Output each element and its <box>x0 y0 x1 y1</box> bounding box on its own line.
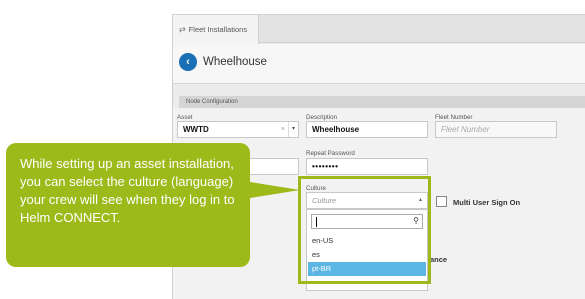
page-title: Wheelhouse <box>203 56 267 68</box>
multi-user-checkbox[interactable] <box>436 196 447 207</box>
description-field[interactable]: Wheelhouse <box>306 121 428 138</box>
tab-fleet-installations[interactable]: ⇄ Fleet Installations <box>173 15 259 44</box>
back-arrow-icon[interactable]: ‹ <box>179 53 197 71</box>
clear-icon[interactable]: × <box>281 122 285 137</box>
description-label: Description <box>306 114 337 121</box>
section-title: Node Configuration <box>179 96 585 108</box>
tab-bar: ⇄ Fleet Installations <box>173 15 585 44</box>
asset-label: Asset <box>177 114 193 121</box>
tab-label: Fleet Installations <box>188 25 248 34</box>
fleet-number-label: Fleet Number <box>435 114 473 121</box>
fleet-icon: ⇄ <box>179 25 186 34</box>
repeat-password-field[interactable]: •••••••• <box>306 158 428 175</box>
page-header: ‹ Wheelhouse <box>173 44 585 84</box>
asset-select[interactable]: WWTD × ▾ <box>177 121 299 138</box>
callout-pointer <box>244 181 300 199</box>
callout: While setting up an asset installation, … <box>6 143 250 267</box>
repeat-password-label: Repeat Password <box>306 150 355 157</box>
multi-user-label: Multi User Sign On <box>453 198 521 207</box>
asset-value: WWTD <box>183 125 209 134</box>
chevron-down-icon[interactable]: ▾ <box>287 122 295 137</box>
highlight-box <box>298 176 431 284</box>
fleet-number-field[interactable]: Fleet Number <box>435 121 557 138</box>
partial-field-label: ance <box>430 255 448 264</box>
